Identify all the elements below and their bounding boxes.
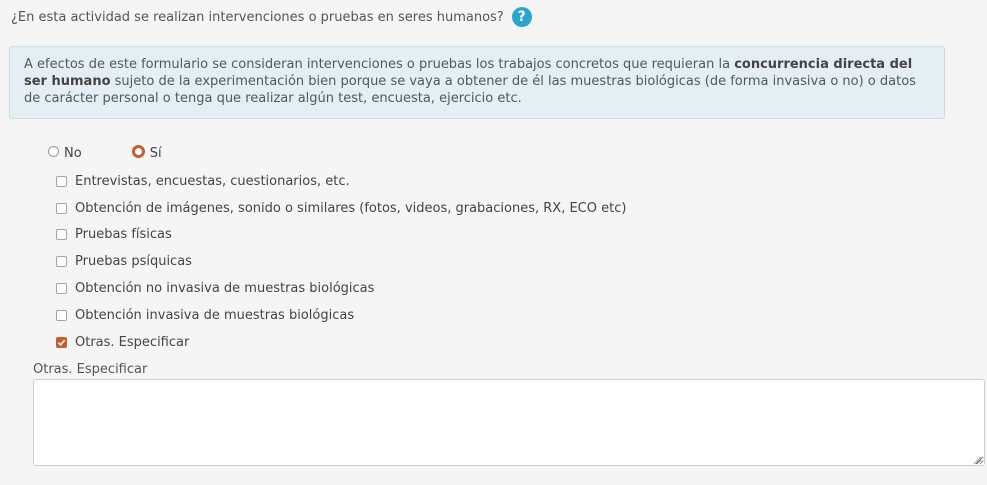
other-field-label: Otras. Especificar <box>33 362 148 377</box>
radio-no-label: No <box>64 146 82 161</box>
checkbox-row-invasiva[interactable]: Obtención invasiva de muestras biológica… <box>56 302 626 329</box>
radio-si-label: Sí <box>149 146 162 161</box>
radio-option-no[interactable]: No <box>48 141 82 161</box>
info-box: A efectos de este formulario se consider… <box>9 46 945 119</box>
checkbox[interactable] <box>56 283 67 295</box>
checkbox-row-no-invasiva[interactable]: Obtención no invasiva de muestras biológ… <box>56 275 626 302</box>
info-text-before: A efectos de este formulario se consider… <box>24 57 735 72</box>
info-text-after: sujeto de la experimentación bien porque… <box>24 74 916 106</box>
other-textarea[interactable] <box>33 379 985 466</box>
checkbox-list: Entrevistas, encuestas, cuestionarios, e… <box>56 168 626 356</box>
radio-option-si[interactable]: Sí <box>131 141 162 161</box>
checkbox-label: Obtención no invasiva de muestras biológ… <box>75 281 375 297</box>
help-icon[interactable]: ? <box>511 7 532 27</box>
checkbox-row-otras[interactable]: Otras. Especificar <box>56 329 626 356</box>
checkbox-label: Entrevistas, encuestas, cuestionarios, e… <box>75 173 350 189</box>
checkbox[interactable] <box>56 202 67 214</box>
checkbox-label: Obtención invasiva de muestras biológica… <box>75 307 355 323</box>
radio-si[interactable] <box>131 144 145 158</box>
checkbox[interactable] <box>56 229 67 241</box>
checkbox-label: Obtención de imágenes, sonido o similare… <box>75 200 627 216</box>
checkbox-row-imagenes[interactable]: Obtención de imágenes, sonido o similare… <box>56 195 626 222</box>
checkbox-row-pruebas-psiquicas[interactable]: Pruebas psíquicas <box>56 248 626 275</box>
checkbox[interactable] <box>56 309 67 321</box>
checkbox-label: Otras. Especificar <box>75 334 190 350</box>
radio-group: No Sí <box>48 141 212 161</box>
checkbox[interactable] <box>56 336 67 348</box>
radio-no[interactable] <box>48 145 59 157</box>
checkbox[interactable] <box>56 175 67 187</box>
question-text: ¿En esta actividad se realizan intervenc… <box>11 9 504 25</box>
checkbox-label: Pruebas psíquicas <box>75 254 192 270</box>
checkbox-row-pruebas-fisicas[interactable]: Pruebas físicas <box>56 222 626 249</box>
checkbox[interactable] <box>56 256 67 268</box>
checkbox-label: Pruebas físicas <box>75 227 172 243</box>
question-row: ¿En esta actividad se realizan intervenc… <box>11 7 532 27</box>
checkbox-row-entrevistas[interactable]: Entrevistas, encuestas, cuestionarios, e… <box>56 168 626 195</box>
